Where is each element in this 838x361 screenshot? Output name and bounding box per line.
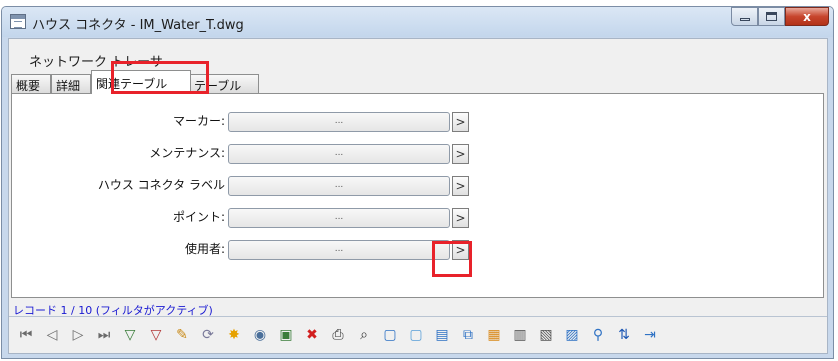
field-point-open-button[interactable]: > [452,208,469,228]
preview-icon[interactable]: ⌕ [354,325,374,345]
paste-icon[interactable]: ▢ [406,325,426,345]
field-maintenance-input[interactable]: ... [228,144,450,164]
copy-icon[interactable]: ▢ [380,325,400,345]
section-label: ネットワーク トレーサ [29,55,163,70]
field-house-connector-label-input[interactable]: ... [228,176,450,196]
duplicate-icon[interactable]: ⧉ [458,325,478,345]
field-maintenance-open-button[interactable]: > [452,144,469,164]
status-divider [9,316,827,317]
print-icon[interactable]: ⎙ [328,325,348,345]
field-user-open-button[interactable]: > [452,240,469,260]
tab-related-tables[interactable]: 関連テーブル [91,70,191,94]
refresh-icon[interactable]: ⟳ [198,325,218,345]
maximize-button[interactable] [758,7,785,26]
field-house-connector-label-open-button[interactable]: > [452,176,469,196]
app-window-icon [10,14,26,29]
transfer-icon[interactable]: ⇅ [614,325,634,345]
field-label-user: 使用者: [184,242,225,256]
field-user-input[interactable]: ... [228,240,450,260]
filter-clear-icon[interactable]: ▽ [146,325,166,345]
field-row-marker: マーカー: ... > [12,110,823,132]
field-row-point: ポイント: ... > [12,206,823,228]
field-label-maintenance: メンテナンス: [149,146,225,160]
field-label-point: ポイント: [172,210,225,224]
previous-record-icon[interactable]: ◁ [42,325,62,345]
dialog-window: ハウス コネクタ - IM_Water_T.dwg x ネットワーク トレーサ … [1,6,834,359]
label-icon[interactable]: ▧ [536,325,556,345]
report-icon[interactable]: ▦ [484,325,504,345]
form-icon[interactable]: ▥ [510,325,530,345]
field-marker-input[interactable]: ... [228,112,450,132]
select-icon[interactable]: ▣ [276,325,296,345]
field-label-marker: マーカー: [172,114,225,128]
edit-pencil-icon[interactable]: ✎ [172,325,192,345]
client-area: ネットワーク トレーサ 概要 詳細 関連テーブル テーブル マーカー: ... … [8,38,828,354]
window-title: ハウス コネクタ - IM_Water_T.dwg [32,18,244,33]
add-image-icon[interactable]: ▨ [562,325,582,345]
delete-icon[interactable]: ✖ [302,325,322,345]
field-point-input[interactable]: ... [228,208,450,228]
close-button[interactable]: x [785,7,829,26]
highlight-star-icon[interactable]: ✸ [224,325,244,345]
tab-overview[interactable]: 概要 [11,74,51,93]
first-record-icon[interactable]: ⏮ [16,325,36,345]
window-controls: x [731,7,829,27]
exit-icon[interactable]: ⇥ [640,325,660,345]
record-toolbar: ⏮ ◁ ▷ ⏭ ▽ ▽ ✎ ⟳ ✸ ◉ ▣ ✖ ⎙ ⌕ ▢ ▢ ▤ ⧉ ▦ ▥ ▧ ▨ ⚲ ⇅ ⇥ [16,325,660,345]
field-label-house-connector-label: ハウス コネクタ ラベル [97,178,225,192]
field-marker-open-button[interactable]: > [452,112,469,132]
tab-table[interactable]: テーブル [189,74,259,93]
minimize-button[interactable] [731,7,758,26]
close-icon: x [803,9,811,24]
minimize-icon [739,18,750,21]
related-tables-panel: マーカー: ... > メンテナンス: ... > ハウス コネクタ ラベル .… [11,93,824,298]
tab-details[interactable]: 詳細 [51,74,91,93]
title-bar: ハウス コネクタ - IM_Water_T.dwg x [2,7,833,37]
next-record-icon[interactable]: ▷ [68,325,88,345]
filter-icon[interactable]: ▽ [120,325,140,345]
field-row-maintenance: メンテナンス: ... > [12,142,823,164]
field-row-house-connector-label: ハウス コネクタ ラベル ... > [12,174,823,196]
field-row-user: 使用者: ... > [12,238,823,260]
table-icon[interactable]: ▤ [432,325,452,345]
maximize-icon [766,12,777,21]
network-icon[interactable]: ⚲ [588,325,608,345]
zoom-object-icon[interactable]: ◉ [250,325,270,345]
last-record-icon[interactable]: ⏭ [94,325,114,345]
